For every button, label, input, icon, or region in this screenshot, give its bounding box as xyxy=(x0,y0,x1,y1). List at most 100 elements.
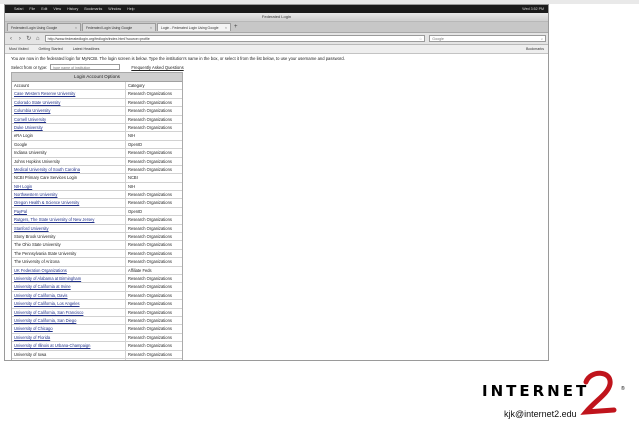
bookmark-getting-started[interactable]: Getting Started xyxy=(39,47,63,51)
category-cell: Research Organizations xyxy=(127,108,172,114)
account-cell[interactable]: Case Western Reserve University xyxy=(12,90,126,98)
category-cell: NIH xyxy=(127,133,136,139)
tab-3-active[interactable]: Login - Federated Login Using Google × xyxy=(157,23,231,31)
faq-link[interactable]: Frequently Asked Questions xyxy=(131,65,183,70)
table-row: Indiana University Research Organizations xyxy=(12,149,182,158)
menu-edit[interactable]: Edit xyxy=(41,5,47,13)
category-cell: Research Organizations xyxy=(127,242,172,248)
account-cell[interactable]: Stanford University xyxy=(12,224,126,233)
account-cell[interactable]: University of California, San Francisco xyxy=(12,308,126,316)
menu-history[interactable]: History xyxy=(67,5,78,13)
category-cell: NCBI xyxy=(127,175,138,181)
account-cell[interactable]: University of Maryland Baltimore xyxy=(12,358,126,360)
forward-icon[interactable]: › xyxy=(16,35,24,43)
account-cell[interactable]: Medical University of South Carolina xyxy=(12,165,126,174)
table-row: Colorado State University Research Organi… xyxy=(12,98,182,108)
search-input[interactable]: Google ⌕ xyxy=(429,35,546,42)
account-cell[interactable]: Columbia University xyxy=(12,107,126,115)
menu-file[interactable]: File xyxy=(29,5,35,13)
home-icon[interactable]: ⌂ xyxy=(34,35,42,43)
table-row: Medical University of South Carolina Rese… xyxy=(12,165,182,175)
account-cell[interactable]: University of Iowa xyxy=(12,350,126,358)
close-icon[interactable]: × xyxy=(150,24,152,31)
bookmarks-menu[interactable]: Bookmarks xyxy=(526,47,544,51)
account-cell[interactable]: Cornell University xyxy=(12,115,126,123)
bookmark-latest-headlines[interactable]: Latest Headlines xyxy=(73,47,100,51)
account-cell[interactable]: University of California at Irvine xyxy=(12,283,126,291)
table-row: University of California at Irvine Resear… xyxy=(12,283,182,292)
table-row: University of Maryland BaltimoreResearch… xyxy=(12,358,182,360)
table-row: University of California, Davis Research … xyxy=(12,291,182,301)
table-row: University of Illinois at Urbana-Champai… xyxy=(12,342,182,351)
bookmark-most-visited[interactable]: Most Visited xyxy=(9,47,29,51)
search-icon[interactable]: ⌕ xyxy=(541,36,543,41)
account-cell[interactable]: NCBI Primary Care Services Login xyxy=(12,174,126,182)
account-cell[interactable]: University of California, Los Angeles xyxy=(12,300,126,308)
category-cell: Research Organizations xyxy=(127,124,172,130)
table-body: Case Western Reserve University Research … xyxy=(12,90,182,360)
table-row: The Ohio State University Research Organi… xyxy=(12,241,182,250)
search-placeholder: Google xyxy=(432,37,444,41)
menubar-clock: Wed 3:52 PM xyxy=(522,7,544,11)
category-cell: OpenID xyxy=(127,208,143,214)
account-cell[interactable]: University of California, Davis xyxy=(12,291,126,300)
account-cell[interactable]: University of Chicago xyxy=(12,325,126,333)
select-label: Select from or type: xyxy=(11,64,48,70)
account-cell[interactable]: Rutgers, The State University of New Jer… xyxy=(12,216,126,224)
account-cell[interactable]: The Pennsylvania State University xyxy=(12,249,126,258)
star-icon[interactable]: ☆ xyxy=(419,36,422,41)
table-row: UK Federation Organizations Affiliate Fed… xyxy=(12,266,182,275)
table-row: Stony Brook University Research Organizat… xyxy=(12,233,182,242)
menu-window[interactable]: Window xyxy=(108,5,121,13)
table-row: Cornell University Research Organizations xyxy=(12,115,182,124)
account-cell[interactable]: University of Illinois at Urbana-Champai… xyxy=(12,342,126,350)
table-caption: Login Account Options xyxy=(12,73,182,82)
tab-2[interactable]: Federated Login Using Google × xyxy=(82,23,156,31)
account-cell[interactable]: NIH Login xyxy=(12,182,126,191)
close-icon[interactable]: × xyxy=(75,24,77,31)
table-row: Johns Hopkins University Research Organiz… xyxy=(12,157,182,166)
account-cell[interactable]: Google xyxy=(12,140,126,149)
table-row: Google OpenID xyxy=(12,140,182,150)
tab-1[interactable]: Federated Login Using Google × xyxy=(7,23,81,31)
category-cell: Affiliate Feds xyxy=(127,267,152,273)
browser-window: Safari File Edit View History Bookmarks … xyxy=(4,4,549,361)
account-cell[interactable]: University of Florida xyxy=(12,333,126,342)
login-notice: You are now in the federated login for M… xyxy=(11,56,345,61)
table-row: University of Alabama at Birmingham Resea… xyxy=(12,274,182,284)
url-text: http://www.federatedlogin.org/fedlogin/i… xyxy=(47,37,150,41)
menu-safari[interactable]: Safari xyxy=(14,5,23,13)
category-cell: Research Organizations xyxy=(127,259,172,265)
menu-view[interactable]: View xyxy=(53,5,61,13)
account-cell[interactable]: Indiana University xyxy=(12,149,126,157)
account-cell[interactable]: PayPal xyxy=(12,207,126,216)
account-cell[interactable]: University of California, San Diego xyxy=(12,316,126,325)
category-cell: Research Organizations xyxy=(127,116,172,122)
account-cell[interactable]: The University of Arizona xyxy=(12,258,126,266)
account-cell[interactable]: Colorado State University xyxy=(12,98,126,107)
menu-help[interactable]: Help xyxy=(127,5,134,13)
category-cell: Research Organizations xyxy=(127,234,172,240)
tab-label: Federated Login Using Google xyxy=(11,26,58,30)
account-cell[interactable]: Stony Brook University xyxy=(12,233,126,241)
institution-input[interactable]: type name of institution xyxy=(50,64,121,70)
account-cell[interactable]: Northwestern University xyxy=(12,191,126,199)
table-row: PayPal OpenID xyxy=(12,207,182,217)
account-cell[interactable]: The Ohio State University xyxy=(12,241,126,249)
back-icon[interactable]: ‹ xyxy=(7,35,15,43)
account-cell[interactable]: Oregon Health & Science University xyxy=(12,199,126,207)
reload-icon[interactable]: ↻ xyxy=(25,35,33,43)
category-cell: Research Organizations xyxy=(127,351,172,357)
column-header-account: Account xyxy=(12,82,126,90)
account-cell[interactable]: University of Alabama at Birmingham xyxy=(12,274,126,283)
new-tab-icon[interactable]: + xyxy=(234,23,238,32)
account-cell[interactable]: Johns Hopkins University xyxy=(12,157,126,165)
close-icon[interactable]: × xyxy=(225,24,227,31)
address-bar[interactable]: http://www.federatedlogin.org/fedlogin/i… xyxy=(44,35,426,42)
account-cell[interactable]: eRA Login xyxy=(12,132,126,140)
account-cell[interactable]: Duke University xyxy=(12,123,126,132)
category-cell: OpenID xyxy=(127,141,143,147)
menu-bookmarks[interactable]: Bookmarks xyxy=(84,5,102,13)
account-cell[interactable]: UK Federation Organizations xyxy=(12,266,126,274)
category-cell: Research Organizations xyxy=(127,301,172,307)
